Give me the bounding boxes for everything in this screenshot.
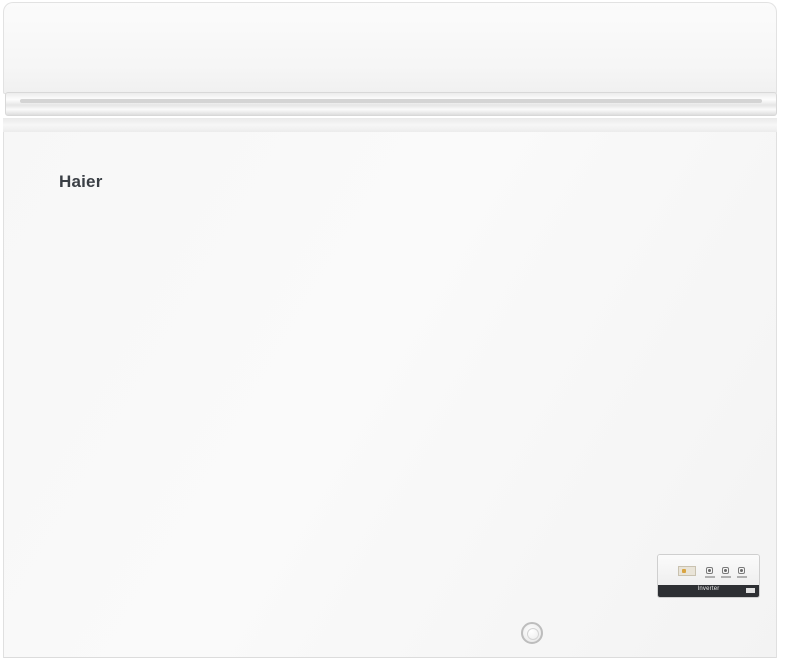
lid-seam [3, 118, 777, 133]
display-icon [678, 566, 696, 576]
inverter-bar: Inverter [658, 585, 759, 597]
button-label-mark [705, 576, 715, 578]
freezer-scene: Haier Inverter [0, 0, 793, 662]
button-label-mark [737, 576, 747, 578]
temperature-button[interactable] [706, 567, 713, 574]
freezer-lid[interactable] [3, 2, 777, 94]
mode-button[interactable] [722, 567, 729, 574]
control-panel: Inverter [657, 554, 760, 598]
brand-logo: Haier [59, 172, 103, 191]
drain-plug-icon[interactable] [521, 622, 543, 644]
energy-tag [746, 588, 755, 593]
lock-button[interactable] [738, 567, 745, 574]
inverter-label: Inverter [697, 586, 720, 592]
button-label-mark [721, 576, 731, 578]
display-indicator [682, 569, 686, 573]
lid-handle[interactable] [5, 92, 777, 116]
